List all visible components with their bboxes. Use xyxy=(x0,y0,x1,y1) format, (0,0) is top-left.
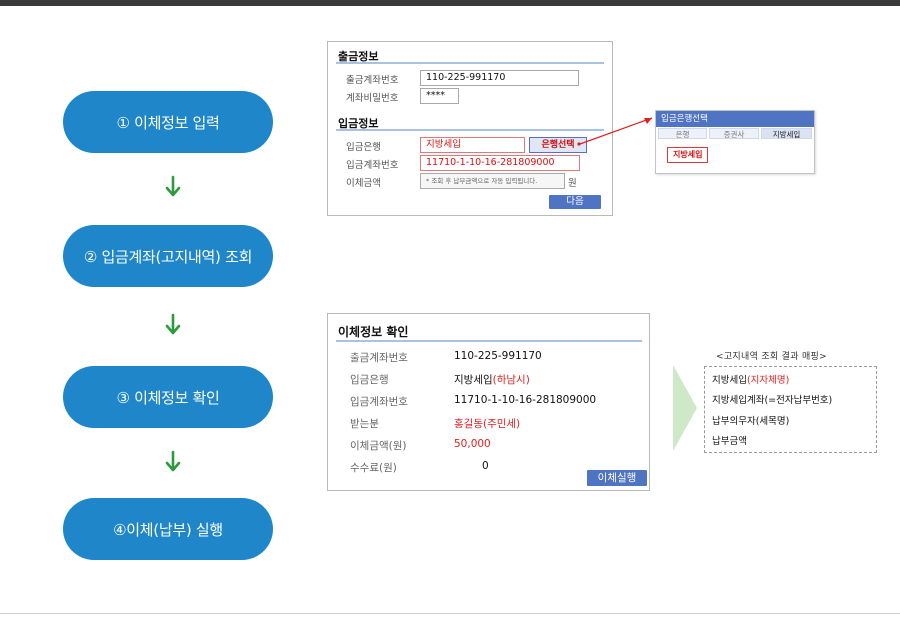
row-value: 110-225-991170 xyxy=(454,350,542,362)
withdraw-account-input[interactable]: 110-225-991170 xyxy=(420,70,579,86)
row-label: 이체금액(원) xyxy=(350,440,407,452)
confirm-panel-title: 이체정보 확인 xyxy=(338,325,409,339)
row-value: 홍길동(주민세) xyxy=(454,418,521,430)
chevron-right-icon xyxy=(673,365,697,451)
amount-label: 이체금액 xyxy=(346,178,381,189)
next-button[interactable]: 다음 xyxy=(549,195,601,209)
row-label: 입금은행 xyxy=(350,374,389,386)
mapping-line: 지방세입(지자체명) xyxy=(712,375,790,386)
row-label: 받는분 xyxy=(350,418,379,430)
section-divider xyxy=(336,62,604,64)
top-rule xyxy=(0,0,900,6)
down-arrow-icon xyxy=(165,175,181,197)
mapping-title: <고지내역 조회 결과 매핑> xyxy=(716,352,827,362)
row-label: 출금계좌번호 xyxy=(350,352,408,364)
section-divider xyxy=(336,340,642,342)
row-label: 입금계좌번호 xyxy=(350,396,408,408)
row-value: 지방세입(하남시) xyxy=(454,374,530,386)
down-arrow-icon xyxy=(165,450,181,472)
deposit-bank-input[interactable]: 지방세입 xyxy=(420,137,525,153)
amount-input[interactable]: * 조회 후 납부금액으로 자동 입력됩니다. xyxy=(420,173,565,189)
password-input[interactable]: **** xyxy=(420,88,459,104)
pointer-arrow-icon xyxy=(577,117,653,146)
step-3-pill: ③ 이체정보 확인 xyxy=(63,366,273,428)
local-tax-option[interactable]: 지방세입 xyxy=(667,147,709,163)
bank-select-popup: 입금은행선택 은행 증권사 지방세입 지방세입 xyxy=(655,110,815,174)
down-arrow-icon xyxy=(165,313,181,335)
deposit-account-label: 입금계좌번호 xyxy=(346,160,399,171)
deposit-account-input[interactable]: 11710-1-10-16-281809000 xyxy=(420,155,580,171)
tab-securities[interactable]: 증권사 xyxy=(709,128,759,139)
step-4-pill: ④이체(납부) 실행 xyxy=(63,498,273,560)
row-value: 11710-1-10-16-281809000 xyxy=(454,394,597,406)
popup-title: 입금은행선택 xyxy=(656,111,814,127)
execute-transfer-button[interactable]: 이체실행 xyxy=(587,470,647,486)
deposit-bank-label: 입금은행 xyxy=(346,142,381,153)
mapping-line: 납부금액 xyxy=(712,436,747,447)
mapping-line: 지방세입계좌(=전자납부번호) xyxy=(712,395,833,406)
transfer-confirm-panel: 이체정보 확인 출금계좌번호 110-225-991170 입금은행 지방세입(… xyxy=(327,313,650,491)
row-value: 0 xyxy=(482,460,489,472)
tab-local-tax[interactable]: 지방세입 xyxy=(761,128,812,139)
withdraw-account-label: 출금계좌번호 xyxy=(346,75,399,86)
row-label: 수수료(원) xyxy=(350,462,397,474)
step-1-pill: ① 이체정보 입력 xyxy=(63,91,273,153)
bottom-rule xyxy=(0,613,900,614)
step-2-pill: ② 입금계좌(고지내역) 조회 xyxy=(63,225,273,287)
amount-unit: 원 xyxy=(568,178,577,189)
password-label: 계좌비밀번호 xyxy=(346,93,399,104)
tab-bank[interactable]: 은행 xyxy=(658,128,707,139)
row-value: 50,000 xyxy=(454,438,491,450)
mapping-line: 납부의무자(세목명) xyxy=(712,416,790,427)
